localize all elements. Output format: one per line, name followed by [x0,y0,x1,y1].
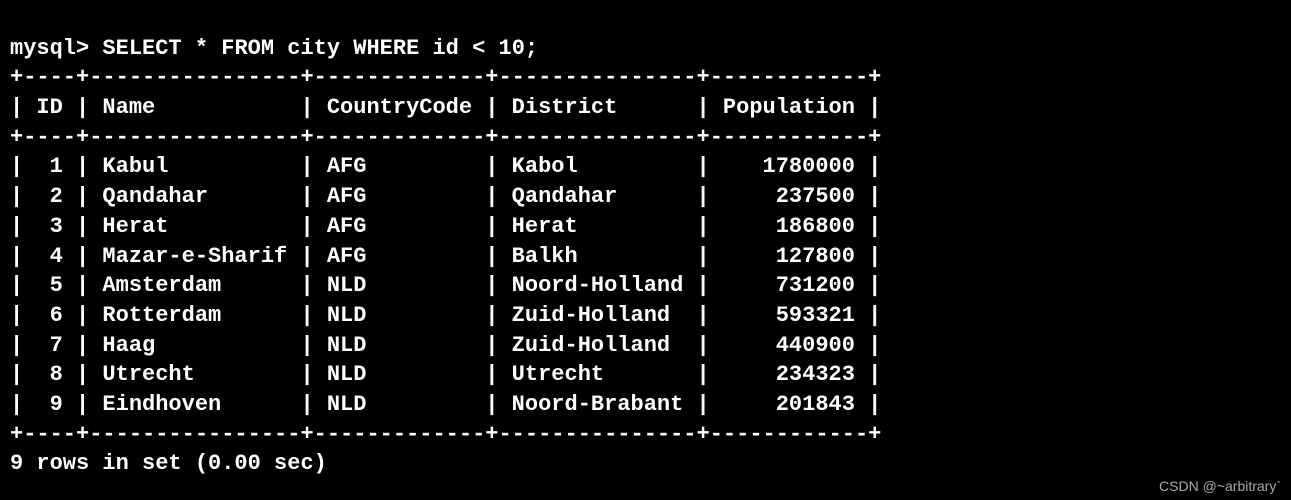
table-border-bottom: +----+----------------+-------------+---… [10,422,881,447]
result-summary: 9 rows in set (0.00 sec) [10,451,327,476]
table-border-top: +----+----------------+-------------+---… [10,65,881,90]
prompt-label: mysql> [10,36,102,61]
mysql-terminal: mysql> SELECT * FROM city WHERE id < 10;… [0,0,1291,483]
table-header-row: | ID | Name | CountryCode | District | P… [10,95,881,120]
table-border-mid: +----+----------------+-------------+---… [10,125,881,150]
table-body: | 1 | Kabul | AFG | Kabol | 1780000 | | … [10,154,881,417]
query-text: SELECT * FROM city WHERE id < 10; [102,36,538,61]
watermark-label: CSDN @~arbitrary` [1159,477,1281,496]
